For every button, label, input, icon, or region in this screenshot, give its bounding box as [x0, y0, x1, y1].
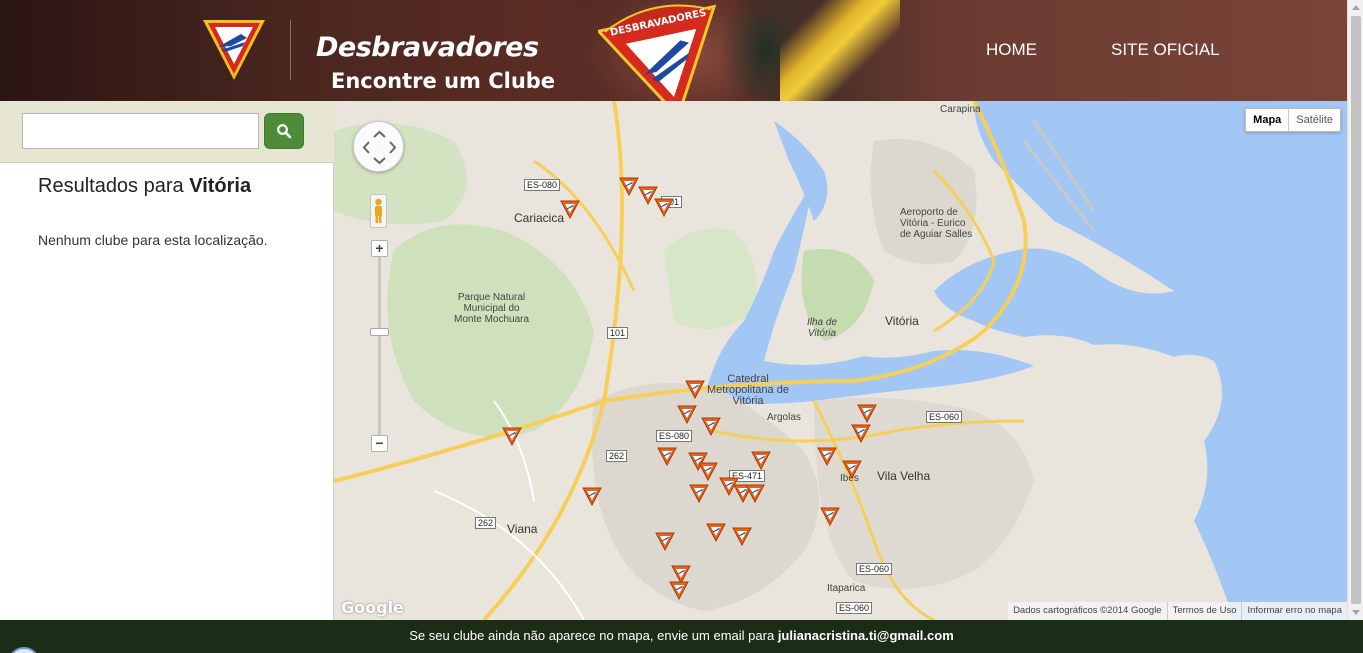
google-logo[interactable]: Google — [341, 598, 404, 617]
club-marker-icon[interactable] — [698, 461, 718, 481]
club-marker-icon[interactable] — [657, 446, 677, 466]
brand-subtitle: Encontre um Clube — [331, 69, 556, 93]
pan-arrows-icon — [362, 130, 397, 165]
club-marker-icon[interactable] — [842, 459, 862, 479]
pathfinder-logo-icon[interactable] — [201, 16, 267, 82]
street-view-pegman[interactable] — [370, 194, 387, 228]
road-shield: ES-080 — [524, 179, 561, 191]
pan-control[interactable] — [353, 121, 404, 172]
search-input[interactable] — [22, 113, 259, 149]
road-shield: ES-060 — [856, 563, 893, 575]
results-heading: Resultados para Vitória — [38, 175, 251, 198]
map-label-carapina: Carapina — [940, 104, 981, 115]
map-type-satelite-button[interactable]: Satélite — [1289, 109, 1340, 131]
road-shield: 262 — [475, 517, 497, 529]
club-marker-icon[interactable] — [582, 486, 602, 506]
footer-message: Se seu clube ainda não aparece no mapa, … — [409, 628, 775, 643]
zoom-slider-track[interactable] — [378, 248, 381, 443]
club-marker-icon[interactable] — [502, 426, 522, 446]
zoom-slider-thumb[interactable] — [370, 328, 389, 336]
brand-title: Desbravadores — [316, 32, 539, 63]
map-label-viana: Viana — [507, 522, 538, 536]
header-photo-ribbon — [780, 0, 900, 101]
map-type-mapa-button[interactable]: Mapa — [1246, 109, 1290, 131]
road-shield: 101 — [607, 327, 629, 339]
terms-of-use-link[interactable]: Termos de Uso — [1166, 602, 1242, 620]
search-icon — [277, 124, 292, 139]
report-error-link[interactable]: Informar erro no mapa — [1241, 602, 1347, 620]
scroll-up-arrow-icon[interactable] — [1352, 5, 1360, 10]
map-label-cariacica: Cariacica — [514, 211, 565, 225]
club-marker-icon[interactable] — [655, 531, 675, 551]
club-marker-icon[interactable] — [817, 446, 837, 466]
road-shield: 262 — [606, 450, 628, 462]
club-marker-icon[interactable] — [751, 450, 771, 470]
club-marker-icon[interactable] — [619, 176, 639, 196]
club-marker-icon[interactable] — [857, 403, 877, 423]
map-label-parque: Parque Natural Municipal do Monte Mochuara — [454, 292, 530, 325]
club-marker-icon[interactable] — [701, 416, 721, 436]
scroll-thumb[interactable] — [1351, 16, 1361, 604]
road-shield: ES-080 — [656, 430, 693, 442]
club-marker-icon[interactable] — [669, 580, 689, 600]
header-banner: Desbravadores Encontre um Clube DESBRAVA… — [0, 0, 1347, 101]
map-label-catedral: Catedral Metropolitana de Vitória — [707, 373, 789, 407]
map-label-vitoria: Vitória — [885, 314, 919, 328]
search-button[interactable] — [264, 113, 304, 149]
scroll-down-arrow-icon[interactable] — [1352, 610, 1360, 615]
nav-home-link[interactable]: HOME — [986, 40, 1037, 60]
club-marker-icon[interactable] — [745, 483, 765, 503]
club-marker-icon[interactable] — [685, 379, 705, 399]
map-type-control: Mapa Satélite — [1245, 108, 1341, 132]
map-attribution: Dados cartográficos ©2014 Google Termos … — [1008, 602, 1347, 620]
app-root: Desbravadores Encontre um Clube DESBRAVA… — [0, 0, 1363, 653]
attribution-data: Dados cartográficos ©2014 Google — [1013, 605, 1162, 616]
club-marker-icon[interactable] — [820, 506, 840, 526]
road-shield: ES-060 — [926, 411, 963, 423]
page-scrollbar[interactable] — [1347, 0, 1363, 620]
club-marker-icon[interactable] — [654, 197, 674, 217]
map-base-layer — [334, 101, 1347, 620]
club-marker-icon[interactable] — [706, 522, 726, 542]
results-place: Vitória — [189, 175, 252, 197]
club-marker-icon[interactable] — [732, 526, 752, 546]
club-marker-icon[interactable] — [560, 199, 580, 219]
club-marker-icon[interactable] — [851, 423, 871, 443]
road-shield: ES-060 — [836, 602, 873, 614]
map-label-itaparica: Itaparica — [827, 583, 866, 594]
club-marker-icon[interactable] — [689, 483, 709, 503]
chat-icon[interactable] — [8, 647, 40, 653]
map-label-aeroporto: Aeroporto de Vitória - Eurico de Aguiar Sa… — [900, 207, 973, 240]
sidebar: Resultados para Vitória Nenhum clube par… — [0, 101, 334, 620]
map-label-argolas: Argolas — [767, 412, 801, 423]
zoom-out-button[interactable]: − — [371, 435, 388, 452]
pegman-icon — [375, 198, 382, 223]
results-empty-message: Nenhum clube para esta localização. — [38, 232, 268, 248]
results-prefix: Resultados para — [38, 175, 184, 197]
footer-email-link[interactable]: julianacristina.ti@gmail.com — [778, 628, 954, 643]
nav-site-oficial-link[interactable]: SITE OFICIAL — [1111, 40, 1220, 60]
pathfinder-badge-patch: DESBRAVADORES — [598, 4, 717, 101]
zoom-in-button[interactable]: + — [371, 240, 388, 257]
map-label-ilha: Ilha de Vitória — [807, 317, 838, 339]
search-bar — [0, 101, 334, 163]
club-marker-icon[interactable] — [677, 404, 697, 424]
footer: Se seu clube ainda não aparece no mapa, … — [0, 620, 1363, 653]
map-canvas[interactable]: Cariacica Vitória Vila Velha Viana Parqu… — [334, 101, 1347, 620]
logo-divider — [290, 20, 291, 80]
map-label-vila-velha: Vila Velha — [877, 469, 931, 483]
